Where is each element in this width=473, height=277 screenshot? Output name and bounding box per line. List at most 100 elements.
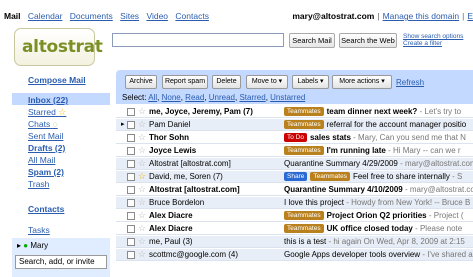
star-icon[interactable]: ☆ xyxy=(138,158,146,169)
nav-video[interactable]: Video xyxy=(146,11,168,21)
message-checkbox[interactable] xyxy=(127,121,135,129)
select-unread-link[interactable]: Unread xyxy=(209,93,235,102)
message-row[interactable]: ▸ ☆ Pam Daniel Teammates referral for the ac… xyxy=(116,119,473,131)
message-checkbox[interactable] xyxy=(127,160,135,168)
message-subject-line: Teammates referral for the account manage… xyxy=(284,120,473,130)
more-link[interactable]: E xyxy=(467,11,473,21)
more-actions-dropdown[interactable]: More actions ▾ xyxy=(332,75,392,89)
label-tag[interactable]: Teammates xyxy=(284,211,324,220)
star-icon[interactable]: ☆ xyxy=(138,210,146,221)
search-input[interactable] xyxy=(112,33,284,47)
chat-self-status[interactable]: ▸ ● Mary xyxy=(17,241,48,250)
sidebar-item-trash[interactable]: Trash xyxy=(28,179,49,189)
sidebar-item-spam[interactable]: Spam (2) xyxy=(28,167,64,177)
message-checkbox[interactable] xyxy=(127,225,135,233)
star-icon[interactable]: ☆ xyxy=(138,119,146,130)
compose-mail-link[interactable]: Compose Mail xyxy=(28,75,86,85)
label-tag[interactable]: Share xyxy=(284,172,308,181)
sidebar-item-tasks[interactable]: Tasks xyxy=(28,225,50,235)
message-checkbox[interactable] xyxy=(127,108,135,116)
message-checkbox[interactable] xyxy=(127,134,135,142)
star-icon[interactable]: ☆ xyxy=(138,223,146,234)
refresh-link[interactable]: Refresh xyxy=(396,78,424,87)
message-checkbox[interactable] xyxy=(127,147,135,155)
show-search-options-link[interactable]: Show search options xyxy=(403,33,463,40)
star-icon[interactable]: ☆ xyxy=(138,249,146,260)
label-tag[interactable]: Teammates xyxy=(284,120,324,129)
nav-contacts[interactable]: Contacts xyxy=(175,11,209,21)
star-icon[interactable]: ☆ xyxy=(138,184,146,195)
label-tag[interactable]: To Do xyxy=(284,133,307,142)
message-subject: UK office closed today xyxy=(326,224,413,233)
sidebar-item-starred[interactable]: Starred ☆ xyxy=(28,107,66,118)
chat-bubble-icon: ◌ xyxy=(52,119,58,129)
message-checkbox[interactable] xyxy=(127,251,135,259)
archive-button[interactable]: Archive xyxy=(125,75,157,89)
select-none-link[interactable]: None xyxy=(162,93,181,102)
message-snippet: - Please note xyxy=(412,224,463,233)
message-snippet: - Hi Mary -- can we r xyxy=(385,146,461,155)
star-icon[interactable]: ☆ xyxy=(138,197,146,208)
message-row[interactable]: ☆ me, Paul (3) this is a test - hi again O… xyxy=(116,236,473,248)
sidebar-item-drafts[interactable]: Drafts (2) xyxy=(28,143,65,153)
message-checkbox[interactable] xyxy=(127,238,135,246)
message-sender: Altostrat [altostrat.com] xyxy=(149,185,240,194)
message-subject-line: I love this project - Howdy from New Yor… xyxy=(284,198,473,208)
collapse-icon[interactable]: ▸ xyxy=(17,241,21,250)
message-row[interactable]: ☆ Thor Sohn To Do sales stats - Mary, Can y… xyxy=(116,132,473,144)
message-checkbox[interactable] xyxy=(127,212,135,220)
label-tag[interactable]: Teammates xyxy=(310,172,350,181)
message-snippet: - hi again On Wed, Apr 8, 2009 at 2:15 xyxy=(326,237,465,246)
star-icon[interactable]: ☆ xyxy=(138,106,146,117)
message-sender: Bruce Bordelon xyxy=(149,198,205,207)
sidebar-item-contacts[interactable]: Contacts xyxy=(28,204,64,214)
message-subject-line: Share Teammates Feel free to share interna… xyxy=(284,172,473,182)
star-icon[interactable]: ☆ xyxy=(138,236,146,247)
message-checkbox[interactable] xyxy=(127,173,135,181)
delete-button[interactable]: Delete xyxy=(212,75,241,89)
create-filter-link[interactable]: Create a filter xyxy=(403,40,463,47)
select-unstarred-link[interactable]: Unstarred xyxy=(270,93,305,102)
message-row[interactable]: ☆ Altostrat [altostrat.com] Quarantine Sum… xyxy=(116,158,473,170)
select-all-link[interactable]: All xyxy=(148,93,157,102)
message-row[interactable]: ☆ Joyce Lewis Teammates I'm running late - … xyxy=(116,145,473,157)
message-row[interactable]: ☆ me, Joyce, Jeremy, Pam (7) Teammates team… xyxy=(116,106,473,118)
message-sender: Thor Sohn xyxy=(149,133,189,142)
sidebar-item-sent[interactable]: Sent Mail xyxy=(28,131,63,141)
message-row[interactable]: ☆ Alex Diacre Teammates Project Orion Q2 pr… xyxy=(116,210,473,222)
message-row[interactable]: ☆ Altostrat [altostrat.com] Quarantine Sum… xyxy=(116,184,473,196)
message-row[interactable]: ☆ Alex Diacre Teammates UK office closed to… xyxy=(116,223,473,235)
star-icon[interactable]: ☆ xyxy=(138,132,146,143)
select-starred-link[interactable]: Starred xyxy=(239,93,265,102)
sidebar-item-all-mail[interactable]: All Mail xyxy=(28,155,55,165)
nav-mail[interactable]: Mail xyxy=(4,11,21,21)
message-sender: Joyce Lewis xyxy=(149,146,197,155)
message-row[interactable]: ☆ Bruce Bordelon I love this project - How… xyxy=(116,197,473,209)
message-checkbox[interactable] xyxy=(127,199,135,207)
message-row[interactable]: ☆ David, me, Soren (7) Share Teammates Feel … xyxy=(116,171,473,183)
altostrat-logo[interactable]: altostrat xyxy=(14,28,103,66)
label-tag[interactable]: Teammates xyxy=(284,107,324,116)
labels-dropdown[interactable]: Labels ▾ xyxy=(292,75,329,89)
message-subject: Quarantine Summary 4/29/2009 xyxy=(284,159,398,168)
message-row[interactable]: ☆ scottmc@google.com (4) Google Apps devel… xyxy=(116,249,473,261)
search-web-button[interactable]: Search the Web xyxy=(339,33,397,48)
report-spam-button[interactable]: Report spam xyxy=(162,75,208,89)
chat-search-input[interactable]: Search, add, or invite xyxy=(15,255,107,269)
select-controls: Select: All, None, Read, Unread, Starred… xyxy=(122,93,306,102)
message-checkbox[interactable] xyxy=(127,186,135,194)
nav-documents[interactable]: Documents xyxy=(70,11,113,21)
nav-calendar[interactable]: Calendar xyxy=(28,11,63,21)
sidebar-item-inbox[interactable]: Inbox (22) xyxy=(28,95,68,105)
search-mail-button[interactable]: Search Mail xyxy=(289,33,335,48)
manage-domain-link[interactable]: Manage this domain xyxy=(383,11,460,21)
label-tag[interactable]: Teammates xyxy=(284,146,324,155)
move-to-dropdown[interactable]: Move to ▾ xyxy=(246,75,288,89)
star-icon[interactable]: ☆ xyxy=(138,145,146,156)
label-tag[interactable]: Teammates xyxy=(284,224,324,233)
select-read-link[interactable]: Read xyxy=(185,93,204,102)
top-nav: Mail Calendar Documents Sites Video Cont… xyxy=(0,0,473,22)
star-icon[interactable]: ☆ xyxy=(138,171,146,182)
sidebar-item-chats[interactable]: Chats ◌ xyxy=(28,119,58,129)
nav-sites[interactable]: Sites xyxy=(120,11,139,21)
